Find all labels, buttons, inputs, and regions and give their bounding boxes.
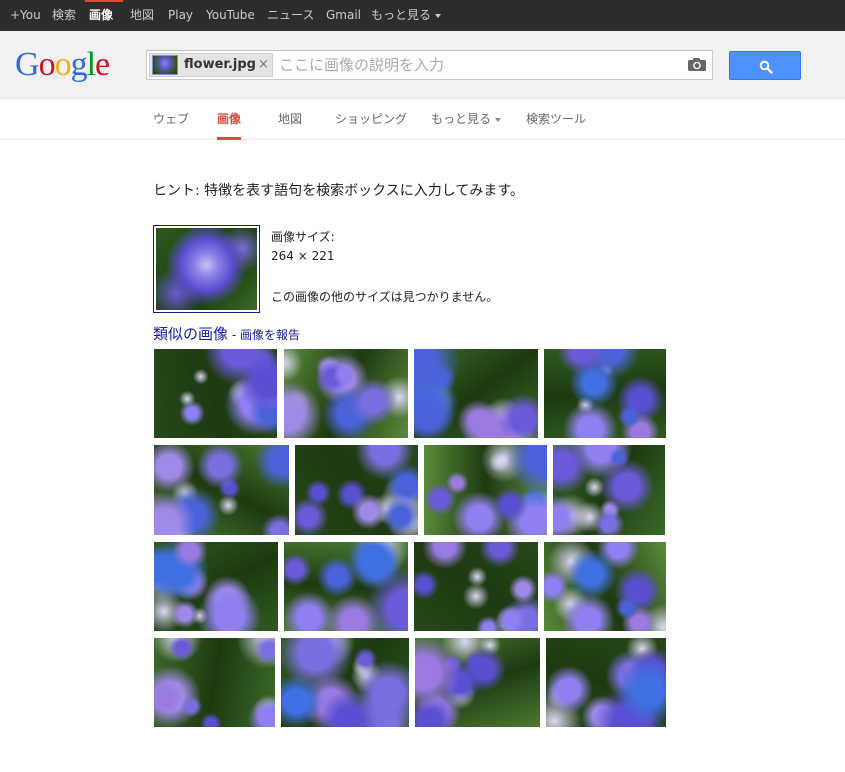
tab-more[interactable]: もっと見る	[431, 100, 502, 140]
similar-image-thumbnail[interactable]	[544, 349, 666, 438]
similar-image-thumbnail[interactable]	[284, 542, 408, 631]
image-query-chip[interactable]: flower.jpg ×	[149, 53, 273, 77]
topbar-search-link[interactable]: 検索	[52, 0, 76, 31]
tab-search-tools[interactable]: 検索ツール	[526, 100, 586, 140]
tab-web[interactable]: ウェブ	[153, 100, 189, 140]
google-logo[interactable]: Google	[15, 45, 110, 85]
search-box[interactable]: flower.jpg ×	[146, 50, 713, 80]
chevron-down-icon	[435, 13, 442, 18]
similar-image-thumbnail[interactable]	[414, 542, 538, 631]
similar-image-thumbnail[interactable]	[154, 542, 278, 631]
query-image-picture	[156, 228, 257, 310]
similar-image-thumbnail[interactable]	[295, 445, 418, 535]
chevron-down-icon	[495, 117, 502, 122]
camera-icon[interactable]	[687, 57, 707, 72]
report-image-link[interactable]: 画像を報告	[240, 328, 300, 342]
logo-letter: o	[38, 46, 56, 83]
tab-images[interactable]: 画像	[217, 100, 242, 140]
topbar-more-link[interactable]: もっと見る	[371, 0, 442, 31]
active-indicator	[85, 0, 123, 2]
topbar-play-link[interactable]: Play	[168, 0, 193, 31]
query-image[interactable]	[153, 225, 260, 313]
topbar-maps-link[interactable]: 地図	[130, 0, 154, 31]
logo-letter: l	[86, 46, 97, 83]
logo-letter: G	[15, 46, 40, 83]
similar-image-thumbnail[interactable]	[281, 638, 409, 727]
similar-image-thumbnail[interactable]	[424, 445, 547, 535]
similar-image-thumbnail[interactable]	[553, 445, 665, 535]
query-image-thumbnail	[152, 55, 178, 75]
logo-letter: g	[70, 46, 88, 83]
search-header: Google flower.jpg ×	[0, 31, 845, 99]
topbar-images-link[interactable]: 画像	[89, 0, 113, 31]
similar-images-heading: 類似の画像 - 画像を報告	[153, 323, 300, 344]
search-input[interactable]	[279, 51, 679, 79]
top-navigation-bar: +You 検索 画像 地図 Play YouTube ニュース Gmail もっと見る	[0, 0, 845, 31]
similar-images-link[interactable]: 類似の画像	[153, 325, 228, 343]
image-size-label: 画像サイズ:	[271, 230, 335, 244]
search-hint: ヒント: 特徴を表す語句を検索ボックスに入力してみます。	[153, 183, 524, 199]
logo-letter: o	[54, 46, 72, 83]
similar-image-thumbnail[interactable]	[154, 638, 275, 727]
no-other-sizes-text: この画像の他のサイズは見つかりません。	[271, 290, 499, 304]
image-size-value: 264 × 221	[271, 249, 335, 263]
topbar-gmail-link[interactable]: Gmail	[326, 0, 361, 31]
similar-image-thumbnail[interactable]	[414, 349, 538, 438]
similar-image-thumbnail[interactable]	[284, 349, 408, 438]
separator: -	[228, 328, 240, 342]
similar-image-thumbnail[interactable]	[154, 349, 277, 438]
tab-maps[interactable]: 地図	[278, 100, 302, 140]
logo-letter: e	[95, 46, 110, 83]
search-button[interactable]	[729, 51, 801, 80]
topbar-news-link[interactable]: ニュース	[267, 0, 314, 31]
similar-image-thumbnail[interactable]	[544, 542, 666, 631]
query-image-filename: flower.jpg	[184, 57, 256, 72]
remove-image-icon[interactable]: ×	[258, 54, 269, 76]
topbar-youtube-link[interactable]: YouTube	[206, 0, 255, 31]
search-type-tabs: ウェブ 画像 地図 ショッピング もっと見る 検索ツール	[0, 100, 845, 140]
search-icon	[759, 60, 773, 74]
similar-image-thumbnail[interactable]	[154, 445, 289, 535]
similar-image-thumbnail[interactable]	[546, 638, 666, 727]
similar-image-thumbnail[interactable]	[415, 638, 540, 727]
topbar-you-link[interactable]: +You	[10, 0, 41, 31]
tab-shopping[interactable]: ショッピング	[335, 100, 407, 140]
